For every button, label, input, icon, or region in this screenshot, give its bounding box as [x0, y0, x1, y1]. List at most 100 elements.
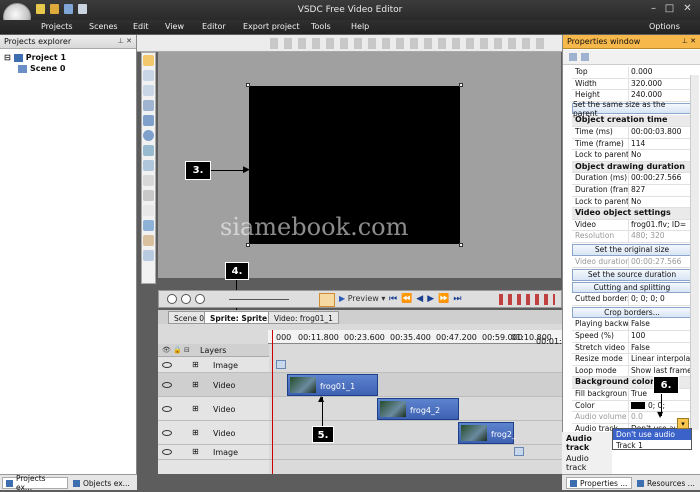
alphabetical-icon[interactable] — [581, 53, 589, 61]
text-tool-icon[interactable] — [143, 145, 154, 156]
visibility-icon[interactable] — [162, 362, 172, 368]
pin-icon[interactable]: ⊥ ✕ — [682, 37, 696, 45]
resize-handle[interactable] — [459, 243, 463, 247]
expand-icon[interactable]: ⊞ — [192, 404, 199, 413]
property-row[interactable]: Lock to parent No — [572, 150, 692, 162]
time-ruler[interactable]: 000 00:11.800 00:23.600 00:35.400 00:47.… — [268, 330, 562, 346]
clip-frog4[interactable]: frog4_2 — [377, 398, 459, 420]
property-value[interactable]: Linear interpolat — [629, 354, 692, 365]
property-value[interactable]: 00:00:27.566 — [629, 173, 692, 184]
property-row[interactable]: Resolution 480; 320 — [572, 231, 692, 243]
property-value[interactable]: frog01.flv; ID= — [629, 220, 692, 231]
property-row[interactable]: Duration (fram 827 — [572, 184, 692, 197]
property-action-button[interactable]: Cutting and splitting — [572, 281, 692, 294]
timeline-row[interactable]: ⊞ Image — [158, 445, 562, 460]
zoom-in-icon[interactable] — [167, 294, 177, 304]
property-value[interactable]: No — [629, 197, 692, 208]
property-value[interactable]: False — [629, 319, 692, 330]
image-clip-icon[interactable] — [276, 360, 286, 369]
property-section[interactable]: Video object settings — [572, 208, 692, 220]
property-row[interactable]: Time (frame) 114 — [572, 138, 692, 151]
menu-projects[interactable]: Projects — [41, 22, 73, 31]
property-row[interactable]: Audio volume (dB0.0 — [572, 412, 692, 424]
visibility-icon[interactable] — [162, 382, 172, 388]
tab-properties[interactable]: Properties ... — [566, 477, 632, 489]
hand-tool-icon[interactable] — [143, 85, 154, 96]
property-row[interactable]: Playing backwardFalse — [572, 319, 692, 332]
tree-item-scene[interactable]: Scene 0 — [4, 63, 132, 74]
property-value[interactable]: 00:00:03.800 — [629, 127, 692, 138]
rectangle-tool-icon[interactable] — [143, 115, 154, 126]
expand-icon[interactable]: ⊞ — [192, 447, 199, 456]
line-tool-icon[interactable] — [143, 100, 154, 111]
property-section[interactable]: Object drawing duration — [572, 161, 692, 174]
property-value[interactable]: 827 — [629, 185, 692, 196]
visibility-icon[interactable] — [162, 406, 172, 412]
subtitle-tool-icon[interactable] — [143, 250, 154, 261]
snapshot-icon[interactable] — [319, 293, 335, 307]
property-row[interactable]: Color 0; 0; — [572, 400, 692, 413]
expand-icon[interactable]: ⊞ — [192, 360, 199, 369]
property-action-button[interactable]: Crop borders... — [572, 306, 692, 319]
ellipse-tool-icon[interactable] — [143, 130, 154, 141]
tab-video[interactable]: Video: frog01_1 — [268, 311, 339, 324]
property-row[interactable]: Duration (ms) 00:00:27.566 — [572, 173, 692, 185]
pin-icon[interactable]: ⊥ ✕ — [118, 37, 132, 45]
effects-tool-icon[interactable] — [143, 235, 154, 246]
dropdown-arrow-icon[interactable]: ▾ — [677, 418, 689, 429]
tab-resources[interactable]: Resources ... — [634, 477, 698, 489]
property-action-button[interactable]: Set the source duration — [572, 269, 692, 281]
property-value[interactable]: Show last frame — [629, 366, 692, 377]
timeline-row[interactable]: ⊞ Image — [158, 357, 562, 373]
resize-handle[interactable] — [246, 243, 250, 247]
image-clip-icon[interactable] — [514, 447, 524, 456]
property-row[interactable]: Video frog01.flv; ID= — [572, 219, 692, 232]
zoom-fit-icon[interactable] — [195, 294, 205, 304]
property-action-button[interactable]: Set the original size — [572, 243, 692, 256]
image-tool-icon[interactable] — [143, 175, 154, 186]
collapse-icon[interactable]: ⊟ — [4, 53, 11, 62]
resize-handle[interactable] — [459, 83, 463, 87]
dropdown-option[interactable]: Track 1 — [613, 440, 691, 451]
property-value[interactable]: False — [629, 343, 692, 354]
tree-item-project[interactable]: ⊟ Project 1 — [4, 52, 132, 63]
video-tool-icon[interactable] — [143, 190, 154, 201]
property-row[interactable]: Resize mode Linear interpolat — [572, 354, 692, 366]
audio-track-dropdown-list[interactable]: Don't use audio Track 1 — [612, 428, 692, 450]
zoom-tool-icon[interactable] — [143, 70, 154, 81]
property-row[interactable]: Lock to parent No — [572, 196, 692, 209]
property-value[interactable]: 00:00:27.566 — [629, 257, 692, 268]
toolbar-buttons[interactable] — [270, 38, 550, 49]
dropdown-option[interactable]: Don't use audio — [613, 429, 691, 440]
maximize-icon[interactable]: □ — [664, 3, 675, 15]
property-value[interactable]: 114 — [629, 139, 692, 150]
playhead[interactable] — [272, 330, 273, 474]
sort-icon[interactable] — [569, 53, 577, 61]
menu-editor[interactable]: Editor — [202, 22, 226, 31]
preview-button[interactable]: ▶ Preview ▾ — [339, 294, 385, 303]
zoom-slider[interactable] — [229, 299, 289, 300]
resize-handle[interactable] — [246, 83, 250, 87]
property-row[interactable]: Top 0.000 — [572, 67, 692, 79]
select-tool-icon[interactable] — [143, 55, 154, 66]
property-value[interactable]: 320.000 — [629, 79, 692, 90]
menu-help[interactable]: Help — [351, 22, 369, 31]
timeline-tools[interactable] — [499, 294, 555, 305]
property-value[interactable]: 480; 320 — [629, 231, 692, 242]
visibility-icon[interactable] — [162, 449, 172, 455]
property-action-button[interactable]: Set the same size as the parent — [572, 100, 692, 118]
properties-scrollbar[interactable] — [690, 75, 699, 430]
property-value[interactable]: 0.000 — [629, 67, 692, 78]
transport-controls[interactable]: ⏮⏪◀▶⏩⏭ — [389, 294, 465, 304]
chart-tool-icon[interactable] — [143, 205, 154, 216]
tab-objects-explorer[interactable]: Objects ex... — [70, 477, 136, 489]
visibility-icon[interactable] — [162, 430, 172, 436]
property-value[interactable]: 100 — [629, 331, 692, 342]
close-icon[interactable]: ✕ — [682, 3, 693, 15]
menu-edit[interactable]: Edit — [133, 22, 149, 31]
property-row[interactable]: Width 320.000 — [572, 78, 692, 91]
clip-frog2[interactable]: frog2_ — [458, 422, 516, 444]
menu-tools[interactable]: Tools — [311, 22, 331, 31]
zoom-out-icon[interactable] — [181, 294, 191, 304]
sprite-tool-icon[interactable] — [143, 160, 154, 171]
